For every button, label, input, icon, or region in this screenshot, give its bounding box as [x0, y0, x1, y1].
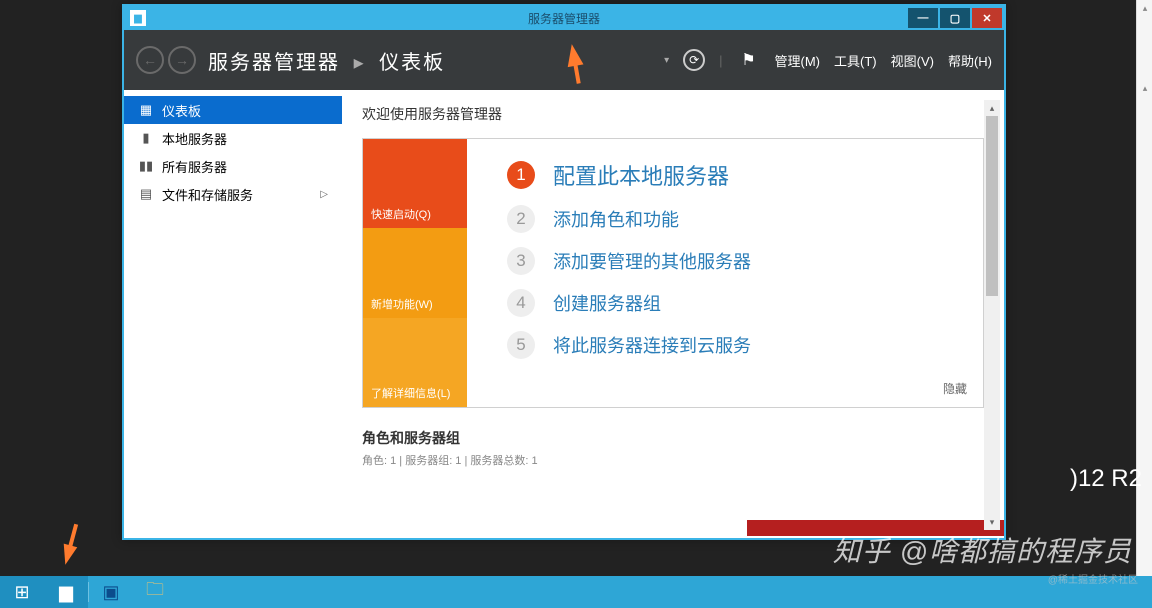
chevron-right-icon: ▷	[320, 189, 328, 200]
scroll-up-icon[interactable]: ▴	[1137, 0, 1152, 16]
menu-view[interactable]: 视图(V)	[891, 51, 934, 70]
nav-back-button[interactable]: ←	[136, 46, 164, 74]
content-scrollbar[interactable]: ▴ ▾	[984, 100, 1000, 530]
scroll-up-icon[interactable]: ▴	[1137, 80, 1152, 96]
step-label: 添加角色和功能	[553, 206, 679, 232]
scroll-up-icon[interactable]: ▴	[984, 100, 1000, 116]
breadcrumb: 服务器管理器 ▸ 仪表板	[208, 46, 445, 75]
step-create-group[interactable]: 4 创建服务器组	[507, 289, 963, 317]
breadcrumb-app[interactable]: 服务器管理器	[208, 52, 340, 74]
start-button[interactable]: ⊞	[0, 576, 44, 608]
separator: |	[719, 53, 722, 68]
watermark-text: 知乎 @啥都搞的程序员	[833, 530, 1132, 570]
flag-icon[interactable]: ⚑	[737, 48, 761, 72]
close-button[interactable]: ✕	[972, 8, 1002, 28]
dashboard-icon: ▦	[138, 102, 154, 118]
hide-link[interactable]: 隐藏	[943, 380, 967, 397]
learnmore-tile[interactable]: 了解详细信息(L)	[363, 318, 467, 407]
menu-tools[interactable]: 工具(T)	[834, 51, 877, 70]
step-connect-cloud[interactable]: 5 将此服务器连接到云服务	[507, 331, 963, 359]
refresh-button[interactable]: ⟳	[683, 49, 705, 71]
whatsnew-tile[interactable]: 新增功能(W)	[363, 228, 467, 317]
sidebar-item-file-storage[interactable]: ▤ 文件和存储服务 ▷	[124, 180, 342, 208]
step-label: 配置此本地服务器	[553, 159, 729, 191]
welcome-panel: 快速启动(Q) 新增功能(W) 了解详细信息(L) 1 配置此本地服务器 2 添…	[362, 138, 984, 408]
main-content: 欢迎使用服务器管理器 快速启动(Q) 新增功能(W) 了解详细信息(L) 1 配…	[342, 90, 1004, 536]
scroll-thumb[interactable]	[986, 116, 998, 296]
sidebar-item-label: 文件和存储服务	[162, 185, 253, 204]
step-add-roles[interactable]: 2 添加角色和功能	[507, 205, 963, 233]
sidebar-item-dashboard[interactable]: ▦ 仪表板	[124, 96, 342, 124]
step-number-icon: 2	[507, 205, 535, 233]
dropdown-icon[interactable]: ▾	[664, 55, 669, 66]
servers-icon: ▮▮	[138, 158, 154, 174]
sidebar-item-all-servers[interactable]: ▮▮ 所有服务器	[124, 152, 342, 180]
step-label: 创建服务器组	[553, 290, 661, 316]
menu-help[interactable]: 帮助(H)	[948, 51, 992, 70]
maximize-button[interactable]: ▢	[940, 8, 970, 28]
step-add-servers[interactable]: 3 添加要管理的其他服务器	[507, 247, 963, 275]
roles-section: 角色和服务器组 角色: 1 | 服务器组: 1 | 服务器总数: 1	[362, 428, 984, 468]
sidebar-item-label: 本地服务器	[162, 129, 227, 148]
taskbar[interactable]: ⊞ ▆ ▣ 🗀	[0, 576, 1152, 608]
steps-list: 1 配置此本地服务器 2 添加角色和功能 3 添加要管理的其他服务器 4	[467, 139, 983, 407]
window-title: 服务器管理器	[528, 10, 600, 27]
taskbar-server-manager[interactable]: ▆	[44, 576, 88, 608]
header-bar: ← → 服务器管理器 ▸ 仪表板 ▾ ⟳ | ⚑ 管理(M) 工具(T) 视图(…	[124, 30, 1004, 90]
sidebar-item-label: 所有服务器	[162, 157, 227, 176]
scroll-down-icon[interactable]: ▾	[984, 514, 1000, 530]
taskbar-explorer[interactable]: 🗀	[133, 576, 177, 608]
breadcrumb-page[interactable]: 仪表板	[379, 52, 445, 74]
server-icon: ▮	[138, 130, 154, 146]
chevron-right-icon: ▸	[354, 52, 366, 74]
server-manager-window: ▆ 服务器管理器 — ▢ ✕ ← → 服务器管理器 ▸ 仪表板 ▾ ⟳ |	[122, 4, 1006, 540]
quickstart-tile[interactable]: 快速启动(Q)	[363, 139, 467, 228]
storage-icon: ▤	[138, 186, 154, 202]
sidebar-item-label: 仪表板	[162, 101, 201, 120]
step-number-icon: 4	[507, 289, 535, 317]
app-icon: ▆	[130, 10, 146, 26]
taskbar-powershell[interactable]: ▣	[89, 576, 133, 608]
sidebar: ▦ 仪表板 ▮ 本地服务器 ▮▮ 所有服务器 ▤ 文件和存储服务 ▷	[124, 90, 342, 536]
watermark-small: @稀土掘金技术社区	[1048, 571, 1138, 586]
step-label: 将此服务器连接到云服务	[553, 332, 751, 358]
welcome-heading: 欢迎使用服务器管理器	[362, 104, 984, 124]
roles-summary: 角色: 1 | 服务器组: 1 | 服务器总数: 1	[362, 452, 984, 468]
step-configure-server[interactable]: 1 配置此本地服务器	[507, 159, 963, 191]
outer-scrollbar[interactable]: ▴ ▴ ▾	[1136, 0, 1152, 608]
nav-forward-button[interactable]: →	[168, 46, 196, 74]
step-number-icon: 1	[507, 161, 535, 189]
roles-title: 角色和服务器组	[362, 428, 984, 448]
minimize-button[interactable]: —	[908, 8, 938, 28]
step-number-icon: 3	[507, 247, 535, 275]
step-label: 添加要管理的其他服务器	[553, 248, 751, 274]
annotation-arrow-icon	[57, 544, 78, 574]
sidebar-item-local-server[interactable]: ▮ 本地服务器	[124, 124, 342, 152]
titlebar[interactable]: ▆ 服务器管理器 — ▢ ✕	[124, 6, 1004, 30]
menu-manage[interactable]: 管理(M)	[775, 51, 821, 70]
os-version-text: )12 R2	[1070, 465, 1142, 493]
step-number-icon: 5	[507, 331, 535, 359]
